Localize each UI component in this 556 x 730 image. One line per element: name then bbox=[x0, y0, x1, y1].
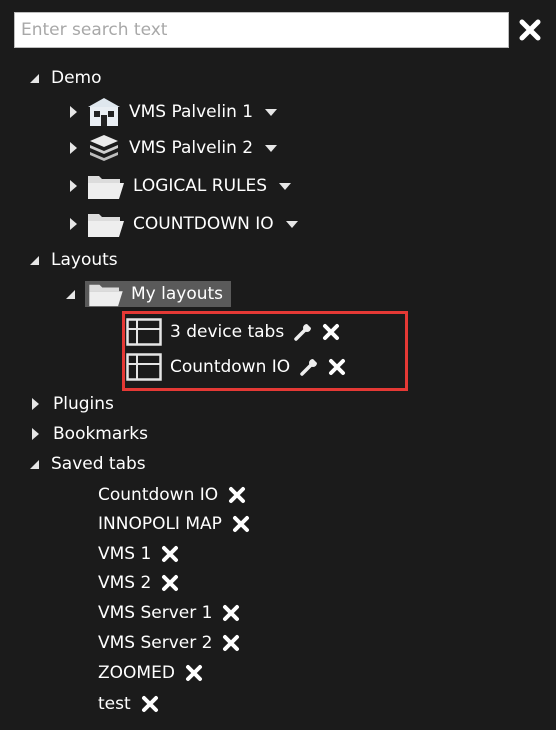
tree-node-countdown-io[interactable]: COUNTDOWN IO bbox=[70, 210, 298, 238]
tree-node-label: LOGICAL RULES bbox=[133, 176, 268, 196]
tree-node-vms-palvelin-2[interactable]: VMS Palvelin 2 bbox=[70, 133, 278, 163]
tree-node-label: Plugins bbox=[53, 394, 114, 414]
expand-arrow-icon[interactable] bbox=[32, 428, 39, 440]
layout-item-3-device-tabs[interactable]: 3 device tabs bbox=[126, 318, 340, 346]
saved-tab-item[interactable]: VMS Server 1 bbox=[98, 599, 240, 627]
collapse-arrow-icon[interactable] bbox=[30, 459, 39, 469]
layout-grid-icon bbox=[126, 353, 162, 381]
selected-node[interactable]: My layouts bbox=[85, 281, 232, 307]
tree-node-label: VMS Palvelin 2 bbox=[129, 138, 254, 158]
search-input[interactable] bbox=[14, 12, 509, 48]
layout-item-label: Countdown IO bbox=[170, 357, 291, 377]
saved-tab-label: INNOPOLI MAP bbox=[98, 514, 222, 534]
tree-node-label: Saved tabs bbox=[51, 454, 146, 474]
dropdown-caret-icon[interactable] bbox=[285, 220, 298, 228]
close-icon[interactable] bbox=[222, 604, 240, 622]
saved-tab-label: VMS 2 bbox=[98, 573, 152, 593]
close-icon[interactable] bbox=[222, 634, 240, 652]
tree-node-label: COUNTDOWN IO bbox=[133, 214, 274, 234]
tree-node-plugins[interactable]: Plugins bbox=[32, 390, 114, 418]
clear-search-button[interactable] bbox=[516, 16, 544, 44]
close-icon[interactable] bbox=[322, 323, 340, 341]
saved-tab-label: VMS 1 bbox=[98, 544, 152, 564]
dropdown-caret-icon[interactable] bbox=[265, 144, 278, 152]
folder-icon bbox=[87, 281, 125, 307]
saved-tab-label: ZOOMED bbox=[98, 663, 175, 683]
tree-node-vms-palvelin-1[interactable]: VMS Palvelin 1 bbox=[70, 97, 278, 127]
wrench-icon[interactable] bbox=[300, 358, 318, 376]
close-icon[interactable] bbox=[141, 695, 159, 713]
saved-tab-item[interactable]: VMS Server 2 bbox=[98, 629, 240, 657]
tree-node-label: My layouts bbox=[131, 284, 224, 304]
tree-node-label: Bookmarks bbox=[53, 424, 148, 444]
saved-tab-item[interactable]: VMS 2 bbox=[98, 569, 179, 597]
folder-icon bbox=[87, 210, 125, 238]
saved-tab-item[interactable]: ZOOMED bbox=[98, 659, 203, 687]
expand-arrow-icon[interactable] bbox=[70, 180, 77, 192]
close-icon[interactable] bbox=[232, 515, 250, 533]
tree-node-label: Demo bbox=[51, 68, 102, 88]
dropdown-caret-icon[interactable] bbox=[279, 182, 292, 190]
close-icon[interactable] bbox=[161, 574, 179, 592]
close-icon bbox=[519, 19, 541, 41]
tree-node-saved-tabs[interactable]: Saved tabs bbox=[30, 450, 146, 478]
saved-tab-item[interactable]: test bbox=[98, 690, 159, 718]
saved-tab-item[interactable]: INNOPOLI MAP bbox=[98, 510, 250, 538]
tree-node-my-layouts[interactable]: My layouts bbox=[66, 280, 232, 308]
dropdown-caret-icon[interactable] bbox=[265, 108, 278, 116]
layout-grid-icon bbox=[126, 318, 162, 346]
server-building-icon bbox=[87, 97, 121, 127]
close-icon[interactable] bbox=[328, 358, 346, 376]
saved-tab-label: test bbox=[98, 694, 131, 714]
expand-arrow-icon[interactable] bbox=[32, 398, 39, 410]
folder-icon bbox=[87, 172, 125, 200]
tree-node-bookmarks[interactable]: Bookmarks bbox=[32, 420, 148, 448]
collapse-arrow-icon[interactable] bbox=[30, 255, 39, 265]
server-stack-icon bbox=[87, 133, 121, 163]
tree-panel: Demo VMS Palvelin 1 VMS Palvelin 2 bbox=[2, 2, 553, 728]
tree-node-label: VMS Palvelin 1 bbox=[129, 102, 254, 122]
tree-node-demo[interactable]: Demo bbox=[30, 64, 102, 92]
expand-arrow-icon[interactable] bbox=[70, 106, 77, 118]
saved-tab-label: Countdown IO bbox=[98, 485, 219, 505]
expand-arrow-icon[interactable] bbox=[70, 218, 77, 230]
saved-tab-item[interactable]: Countdown IO bbox=[98, 481, 246, 509]
saved-tab-label: VMS Server 2 bbox=[98, 633, 213, 653]
tree-node-layouts[interactable]: Layouts bbox=[30, 246, 118, 274]
collapse-arrow-icon[interactable] bbox=[30, 73, 39, 83]
close-icon[interactable] bbox=[185, 664, 203, 682]
expand-arrow-icon[interactable] bbox=[70, 142, 77, 154]
wrench-icon[interactable] bbox=[294, 323, 312, 341]
close-icon[interactable] bbox=[161, 545, 179, 563]
saved-tab-label: VMS Server 1 bbox=[98, 603, 213, 623]
tree-node-label: Layouts bbox=[51, 250, 118, 270]
layout-item-label: 3 device tabs bbox=[170, 322, 285, 342]
close-icon[interactable] bbox=[228, 486, 246, 504]
saved-tab-item[interactable]: VMS 1 bbox=[98, 540, 179, 568]
tree-node-logical-rules[interactable]: LOGICAL RULES bbox=[70, 172, 292, 200]
collapse-arrow-icon[interactable] bbox=[66, 289, 75, 299]
layout-item-countdown-io[interactable]: Countdown IO bbox=[126, 353, 346, 381]
